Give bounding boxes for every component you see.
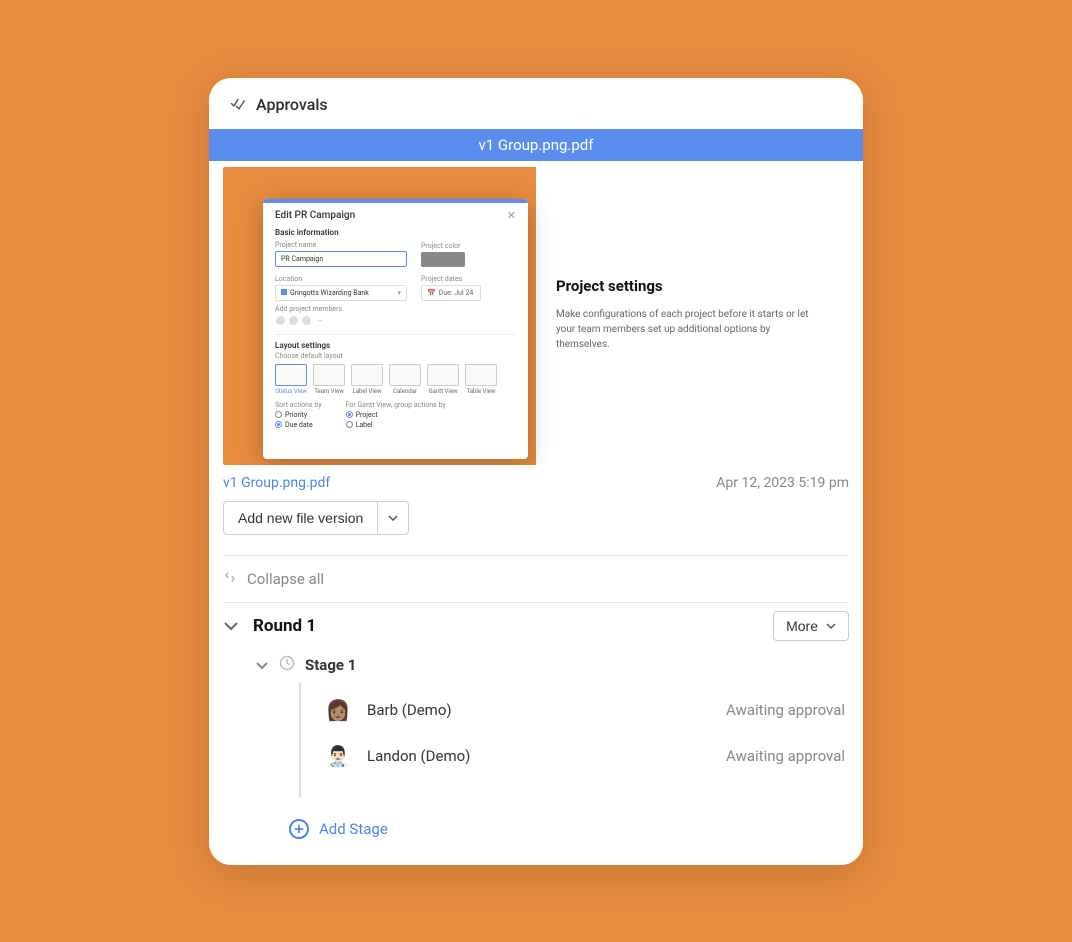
layout-section-label: Layout settings bbox=[263, 339, 528, 352]
collapse-icon bbox=[223, 570, 237, 588]
preview-area: Edit PR Campaign ✕ Basic information Pro… bbox=[209, 167, 863, 465]
color-swatch bbox=[421, 252, 465, 267]
round-name: Round 1 bbox=[253, 616, 316, 636]
choose-layout-label: Choose default layout bbox=[263, 352, 528, 360]
close-icon: ✕ bbox=[507, 209, 516, 222]
preview-body: Make configurations of each project befo… bbox=[556, 307, 821, 352]
approver-status: Awaiting approval bbox=[726, 747, 845, 765]
approvals-panel: Approvals v1 Group.png.pdf Edit PR Campa… bbox=[209, 78, 863, 865]
stage-name: Stage 1 bbox=[305, 656, 356, 674]
preview-heading: Project settings bbox=[556, 277, 821, 295]
approver-name: Barb (Demo) bbox=[367, 701, 452, 719]
clock-icon bbox=[279, 655, 295, 675]
collapse-all-label: Collapse all bbox=[247, 570, 324, 588]
approver-name: Landon (Demo) bbox=[367, 747, 470, 765]
location-select: Gringotts Wizarding Bank ▾ bbox=[275, 285, 407, 301]
chevron-down-icon[interactable] bbox=[255, 656, 269, 674]
panel-header: Approvals bbox=[209, 78, 863, 129]
approver-status: Awaiting approval bbox=[726, 701, 845, 719]
file-name-bar: v1 Group.png.pdf bbox=[209, 129, 863, 161]
preview-frame[interactable]: Edit PR Campaign ✕ Basic information Pro… bbox=[223, 167, 849, 465]
avatar: 👨🏻‍⚕️ bbox=[323, 741, 353, 771]
round-header: Round 1 More bbox=[209, 603, 863, 645]
add-stage-button[interactable]: Add Stage bbox=[209, 813, 863, 865]
approvers-list: 👩🏽 Barb (Demo) Awaiting approval 👨🏻‍⚕️ L… bbox=[299, 683, 849, 797]
stage-block: Stage 1 👩🏽 Barb (Demo) Awaiting approval… bbox=[209, 645, 863, 813]
round-more-button[interactable]: More bbox=[773, 611, 849, 641]
add-stage-label: Add Stage bbox=[319, 820, 388, 838]
more-label: More bbox=[786, 618, 818, 634]
basic-info-label: Basic information bbox=[263, 226, 528, 239]
project-name-label: Project name bbox=[275, 241, 407, 249]
layout-thumbs: Status View Team View Label View Calenda… bbox=[263, 362, 528, 397]
dialog-title: Edit PR Campaign bbox=[275, 210, 355, 221]
panel-title: Approvals bbox=[256, 95, 328, 114]
add-version-caret[interactable] bbox=[377, 501, 409, 535]
calendar-icon: 📅 bbox=[427, 289, 436, 297]
date-display: 📅 Due: Jul 24 bbox=[421, 285, 481, 301]
dialog-mock: Edit PR Campaign ✕ Basic information Pro… bbox=[263, 199, 528, 459]
file-meta-row: v1 Group.png.pdf Apr 12, 2023 5:19 pm bbox=[209, 465, 863, 491]
caret-down-icon bbox=[826, 623, 836, 629]
preview-left: Edit PR Campaign ✕ Basic information Pro… bbox=[223, 167, 536, 465]
approver-row: 👨🏻‍⚕️ Landon (Demo) Awaiting approval bbox=[301, 733, 849, 779]
stage-header: Stage 1 bbox=[255, 655, 849, 675]
members-label: Add project members bbox=[275, 305, 516, 313]
avatar: 👩🏽 bbox=[323, 695, 353, 725]
caret-down-icon bbox=[388, 515, 398, 521]
file-timestamp: Apr 12, 2023 5:19 pm bbox=[716, 475, 849, 491]
member-badges: → bbox=[275, 315, 516, 326]
approver-row: 👩🏽 Barb (Demo) Awaiting approval bbox=[301, 687, 849, 733]
collapse-all-button[interactable]: Collapse all bbox=[209, 556, 863, 602]
project-name-input: PR Campaign bbox=[275, 251, 407, 267]
plus-icon bbox=[289, 819, 309, 839]
location-label: Location bbox=[275, 275, 407, 283]
dates-label: Project dates bbox=[421, 275, 481, 283]
project-color-label: Project color bbox=[421, 242, 465, 250]
preview-right: Project settings Make configurations of … bbox=[536, 167, 849, 465]
approvals-icon bbox=[229, 94, 246, 115]
chevron-down-icon[interactable] bbox=[223, 616, 239, 635]
add-version-button[interactable]: Add new file version bbox=[223, 501, 377, 535]
file-link[interactable]: v1 Group.png.pdf bbox=[223, 475, 330, 491]
add-version-group: Add new file version bbox=[223, 501, 849, 535]
